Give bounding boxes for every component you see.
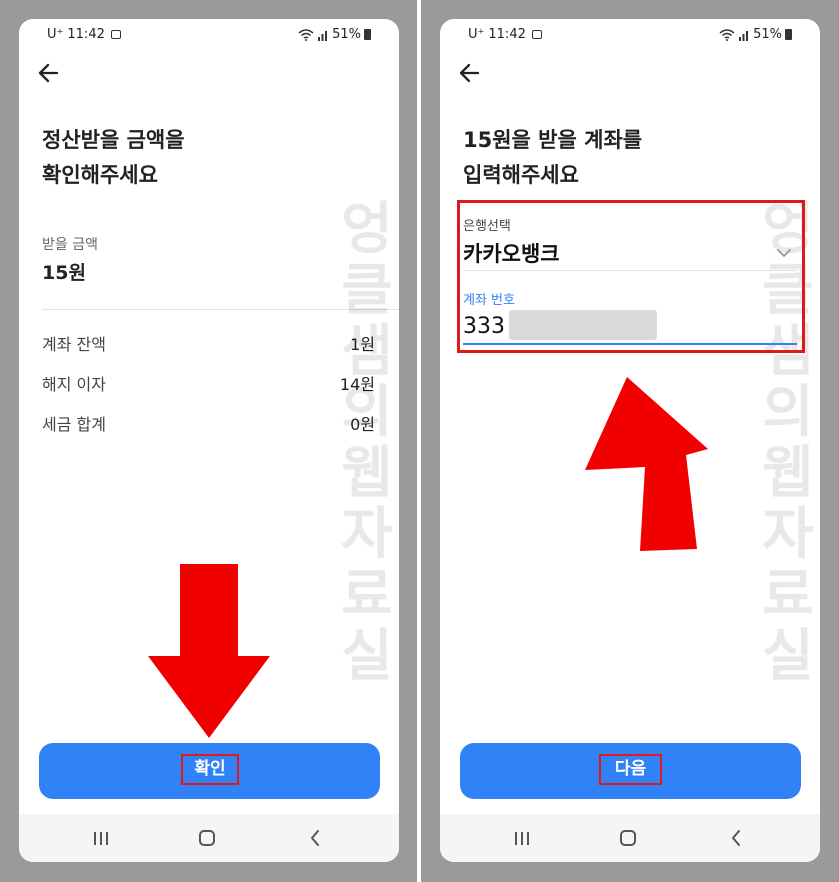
title-line-1: 15원을 받을 계좌를 <box>463 128 643 152</box>
page-title: 15원을 받을 계좌를 입력해주세요 <box>463 123 642 193</box>
confirm-button-label: 확인 <box>181 754 239 785</box>
confirm-button[interactable]: 확인 <box>39 743 380 799</box>
battery-percent: 51% <box>753 27 782 42</box>
right-phone-screen: U⁺ 11:42 51% 15원을 받을 계좌를 입력해주세요 엉 클 샘 의 … <box>440 19 820 862</box>
screenshot-divider <box>417 0 421 882</box>
status-bar: U⁺ 11:42 51% <box>19 19 399 51</box>
row-label: 해지 이자 <box>42 375 106 394</box>
wifi-icon <box>719 28 735 41</box>
next-button[interactable]: 다음 <box>460 743 801 799</box>
summary-row: 해지 이자 14원 <box>42 371 375 395</box>
back-arrow-icon[interactable] <box>456 59 488 87</box>
watermark-text: 엉클샘의웹자료실 <box>341 197 393 689</box>
red-arrow-icon <box>585 377 708 551</box>
system-nav-bar <box>19 814 399 862</box>
amount-label: 받을 금액 <box>42 237 98 253</box>
summary-row: 세금 합계 0원 <box>42 411 375 435</box>
nav-back-icon[interactable] <box>295 824 335 852</box>
left-phone-screen: U⁺ 11:42 51% 정산받을 금액을 확인해주세요 받을 금액 15원 계… <box>19 19 399 862</box>
row-label: 세금 합계 <box>42 415 106 434</box>
battery-percent: 51% <box>332 27 361 42</box>
row-label: 계좌 잔액 <box>42 335 106 354</box>
status-time: 11:42 <box>67 27 105 42</box>
back-arrow-icon[interactable] <box>35 59 67 87</box>
system-nav-bar <box>440 814 820 862</box>
status-bar: U⁺ 11:42 51% <box>440 19 820 51</box>
summary-row: 계좌 잔액 1원 <box>42 331 375 355</box>
signal-icon <box>739 30 749 41</box>
home-icon[interactable] <box>187 824 227 852</box>
battery-icon <box>785 29 792 40</box>
annotation-highlight-box <box>457 200 805 353</box>
signal-icon <box>318 30 328 41</box>
nav-back-icon[interactable] <box>716 824 756 852</box>
gallery-notification-icon <box>110 30 121 39</box>
title-line-2: 입력해주세요 <box>463 163 579 187</box>
home-icon[interactable] <box>608 824 648 852</box>
gallery-notification-icon <box>531 30 542 39</box>
title-line-1: 정산받을 금액을 <box>42 128 185 152</box>
carrier-label: U⁺ <box>468 27 485 42</box>
red-arrow-icon <box>148 564 270 738</box>
recent-apps-icon[interactable] <box>81 824 121 852</box>
recent-apps-icon[interactable] <box>502 824 542 852</box>
page-title: 정산받을 금액을 확인해주세요 <box>42 123 185 193</box>
amount-value: 15원 <box>42 262 86 284</box>
title-line-2: 확인해주세요 <box>42 163 158 187</box>
wifi-icon <box>298 28 314 41</box>
next-button-label: 다음 <box>599 754 662 785</box>
battery-icon <box>364 29 371 40</box>
carrier-label: U⁺ <box>47 27 64 42</box>
status-time: 11:42 <box>488 27 526 42</box>
